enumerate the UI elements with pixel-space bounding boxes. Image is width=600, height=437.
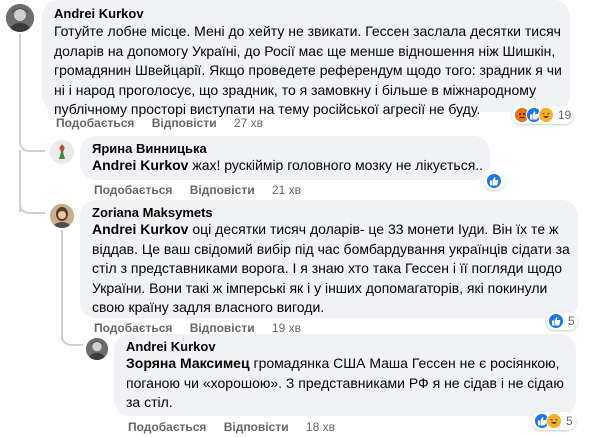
comment-line: України. Вони такі ж імперські як і у ін…: [92, 279, 548, 296]
avatar[interactable]: [50, 204, 74, 228]
comment-timestamp[interactable]: 19 хв: [272, 321, 301, 335]
comment-actions: Подобається Відповісти 21 хв: [94, 183, 315, 197]
thread-connector: [61, 230, 63, 340]
reaction-summary[interactable]: [484, 172, 505, 190]
comment-2: Ярина Винницька Andrei Kurkov жах! рускі…: [0, 136, 600, 197]
comment-line: громадянин Швейцарії. Якщо проведете реф…: [54, 62, 562, 78]
comment-timestamp[interactable]: 21 хв: [272, 183, 301, 197]
like-reaction-icon: [548, 313, 564, 329]
comment-1: Andrei Kurkov Готуйте лобне місце. Мені …: [0, 0, 600, 132]
haha-reaction-icon: [546, 413, 562, 429]
comment-actions: Подобається Відповісти 19 хв: [94, 321, 315, 335]
comment-timestamp[interactable]: 27 хв: [234, 116, 263, 130]
reaction-summary[interactable]: 19: [512, 106, 575, 124]
like-link[interactable]: Подобається: [128, 420, 206, 434]
comment-line: поганою чи «хорошою». З представниками Р…: [126, 374, 564, 391]
comment-text: Andrei Kurkov оці десятки тисяч доларів-…: [92, 220, 572, 318]
user-photo-icon: [86, 338, 108, 360]
avatar[interactable]: [86, 338, 108, 360]
comment-actions: Подобається Відповісти 27 хв: [56, 116, 277, 130]
haha-reaction-icon: [538, 107, 554, 123]
comment-timestamp[interactable]: 18 хв: [306, 420, 335, 434]
comment-author[interactable]: Andrei Kurkov: [126, 339, 216, 354]
comment-text: Готуйте лобне місце. Мені до хейту не зв…: [54, 22, 566, 120]
user-photo-icon: [6, 4, 34, 32]
comment-line: ні і народ проголосує, що зрадник, то я …: [54, 81, 537, 98]
reaction-count: 19: [558, 108, 572, 122]
reply-link[interactable]: Відповісти: [152, 116, 217, 130]
thread-connector: [19, 34, 21, 144]
reply-link[interactable]: Відповісти: [224, 420, 289, 434]
reaction-summary[interactable]: 5: [546, 312, 578, 330]
comment-author[interactable]: Andrei Kurkov: [54, 6, 144, 21]
user-photo-icon: [50, 140, 74, 164]
comment-author[interactable]: Zoriana Maksymets: [92, 205, 213, 220]
comment-line: Готуйте лобне місце. Мені до хейту не зв…: [54, 23, 561, 39]
reaction-summary[interactable]: 5: [532, 412, 576, 430]
comment-4: Andrei Kurkov Зоряна Максимец громадянка…: [0, 334, 600, 437]
comment-text: Andrei Kurkov жах! рускіймір головного м…: [92, 156, 488, 176]
avatar[interactable]: [50, 140, 74, 164]
like-link[interactable]: Подобається: [94, 183, 172, 197]
mention-link[interactable]: Andrei Kurkov: [92, 221, 188, 237]
comment-3: Zoriana Maksymets Andrei Kurkov оці деся…: [0, 200, 600, 336]
mention-link[interactable]: Andrei Kurkov: [92, 157, 188, 173]
mention-link[interactable]: Зоряна Максимец: [126, 355, 250, 371]
reaction-count: 5: [568, 314, 575, 328]
reply-link[interactable]: Відповісти: [190, 183, 255, 197]
comment-author[interactable]: Ярина Винницька: [92, 141, 207, 156]
comment-line: за стіл.: [126, 394, 173, 410]
avatar[interactable]: [6, 4, 34, 32]
comment-text: Зоряна Максимец громадянка США Маша Гесс…: [126, 354, 572, 413]
reaction-count: 5: [566, 414, 573, 428]
comment-line: стіл з представниками ворога. І я знаю х…: [92, 260, 563, 276]
comment-line: віддав. Це ваш свідомий вибір під час бо…: [92, 240, 570, 257]
comment-line: свою країну задля власного вигоди.: [92, 299, 325, 315]
reply-link[interactable]: Відповісти: [190, 321, 255, 335]
comment-line: оці десятки тисяч доларів- це 33 монети …: [188, 221, 559, 237]
comment-line: громадянка США Маша Гессен не є росіянко…: [249, 355, 560, 371]
comment-line: доларів на допомогу Україні, до Росії ма…: [54, 42, 556, 59]
like-reaction-icon: [486, 173, 502, 189]
like-link[interactable]: Подобається: [56, 116, 134, 130]
comment-line: жах! рускіймір головного мозку не лікуєт…: [188, 157, 484, 173]
user-photo-icon: [50, 204, 74, 228]
comment-actions: Подобається Відповісти 18 хв: [128, 420, 349, 434]
like-link[interactable]: Подобається: [94, 321, 172, 335]
